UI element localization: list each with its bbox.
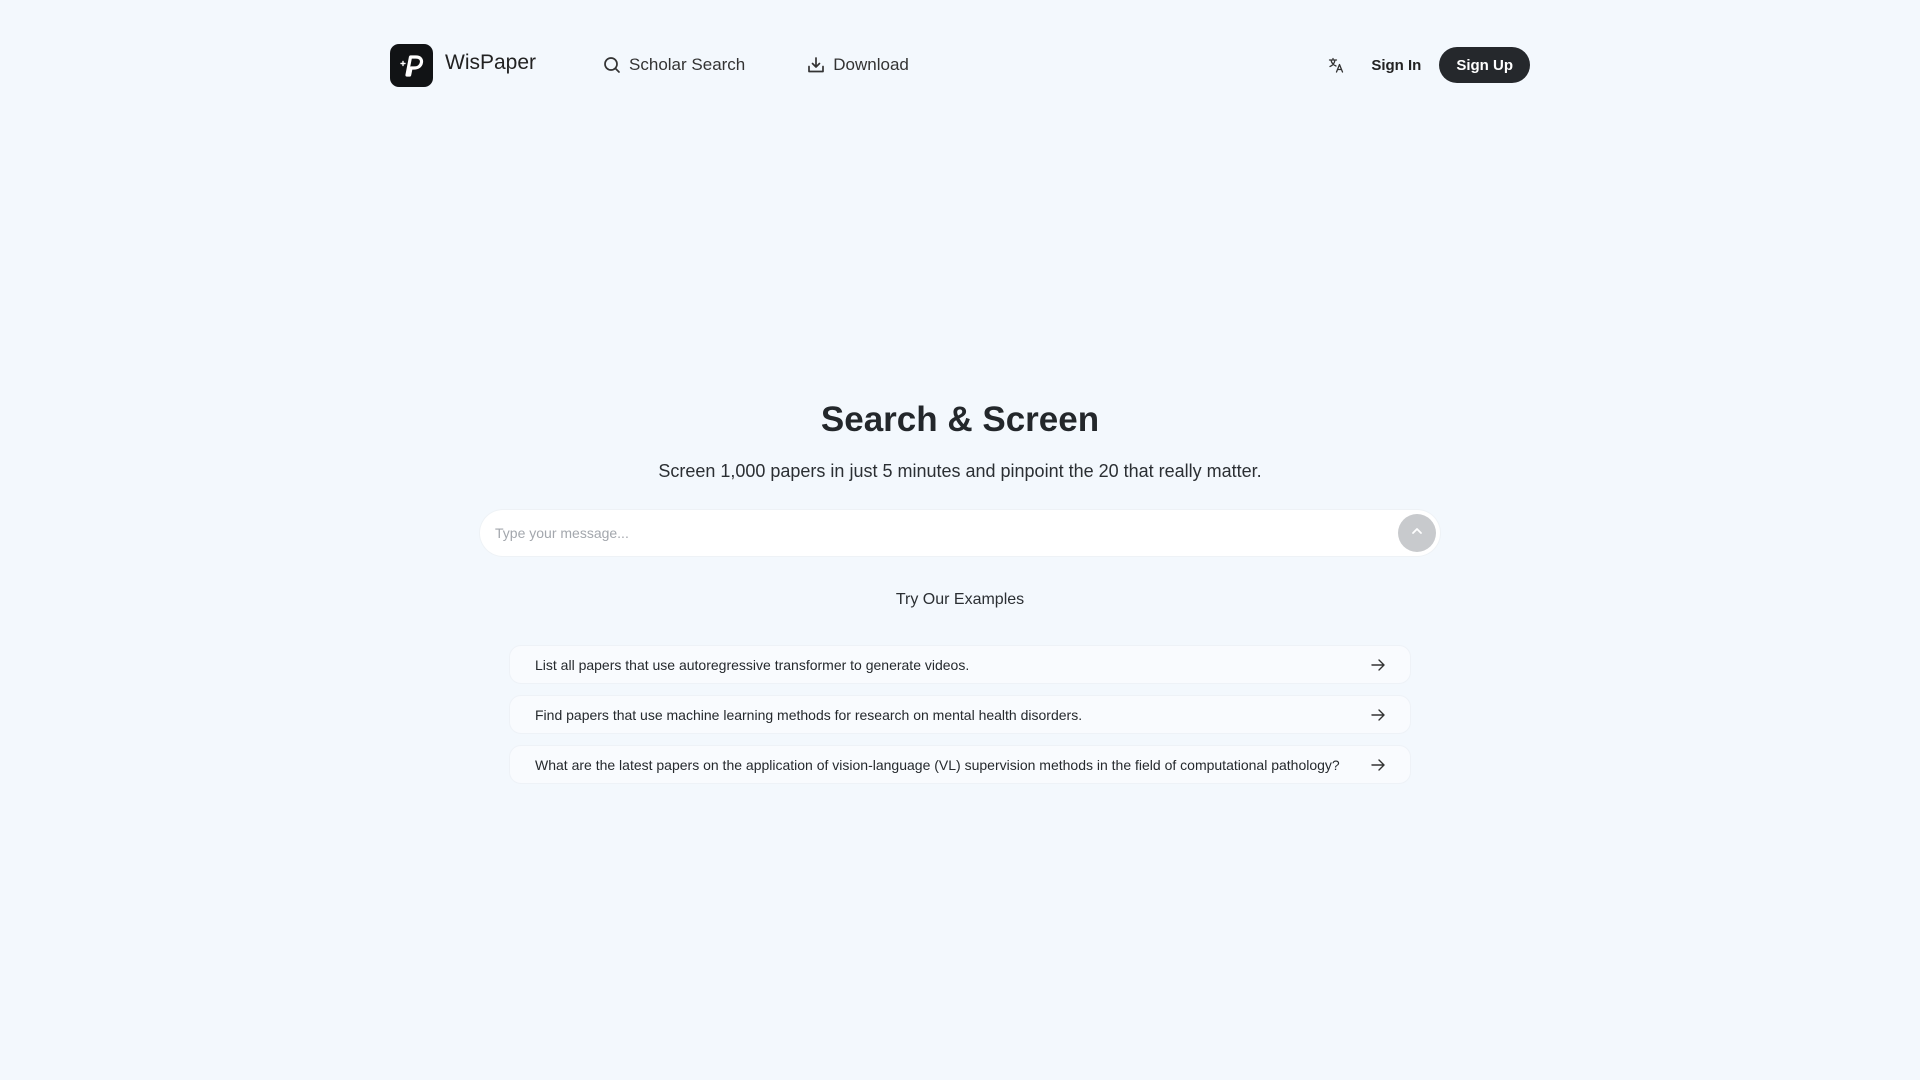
arrow-right-icon bbox=[1370, 657, 1386, 673]
example-item-text: List all papers that use autoregressive … bbox=[535, 656, 970, 673]
header-actions: Sign In Sign Up bbox=[1325, 47, 1530, 83]
message-input[interactable] bbox=[480, 525, 1398, 541]
examples-heading: Try Our Examples bbox=[895, 591, 1025, 608]
examples-list: List all papers that use autoregressive … bbox=[509, 645, 1411, 784]
brand-name: WisPaper bbox=[445, 51, 537, 74]
translate-icon[interactable] bbox=[1325, 54, 1347, 76]
nav-download[interactable]: Download bbox=[807, 55, 909, 75]
nav-scholar-search[interactable]: Scholar Search bbox=[603, 55, 745, 75]
top-header: WisPaper Scholar Search Download Sign In… bbox=[390, 43, 1530, 87]
example-item[interactable]: Find papers that use machine learning me… bbox=[509, 695, 1411, 734]
nav-download-label: Download bbox=[833, 55, 909, 74]
download-icon bbox=[807, 56, 825, 74]
example-item-text: What are the latest papers on the applic… bbox=[535, 756, 1340, 773]
wispaper-logo-icon bbox=[390, 43, 433, 87]
example-item-text: Find papers that use machine learning me… bbox=[535, 706, 1083, 723]
chevron-up-icon bbox=[1410, 524, 1424, 543]
example-item[interactable]: What are the latest papers on the applic… bbox=[509, 745, 1411, 784]
arrow-right-icon bbox=[1370, 707, 1386, 723]
arrow-right-icon bbox=[1370, 757, 1386, 773]
main-nav: Scholar Search Download bbox=[603, 55, 971, 75]
page-title: Search & Screen bbox=[820, 400, 1100, 439]
page-subtitle: Screen 1,000 papers in just 5 minutes an… bbox=[658, 461, 1262, 481]
example-item[interactable]: List all papers that use autoregressive … bbox=[509, 645, 1411, 684]
sign-up-button[interactable]: Sign Up bbox=[1439, 47, 1530, 83]
brand[interactable]: WisPaper bbox=[390, 43, 537, 87]
page: WisPaper Scholar Search Download Sign In… bbox=[0, 0, 1920, 1080]
send-button[interactable] bbox=[1398, 514, 1436, 552]
message-search-bar bbox=[480, 510, 1440, 556]
sign-in-button[interactable]: Sign In bbox=[1371, 57, 1421, 74]
nav-scholar-search-label: Scholar Search bbox=[629, 55, 746, 74]
search-icon bbox=[603, 56, 621, 74]
